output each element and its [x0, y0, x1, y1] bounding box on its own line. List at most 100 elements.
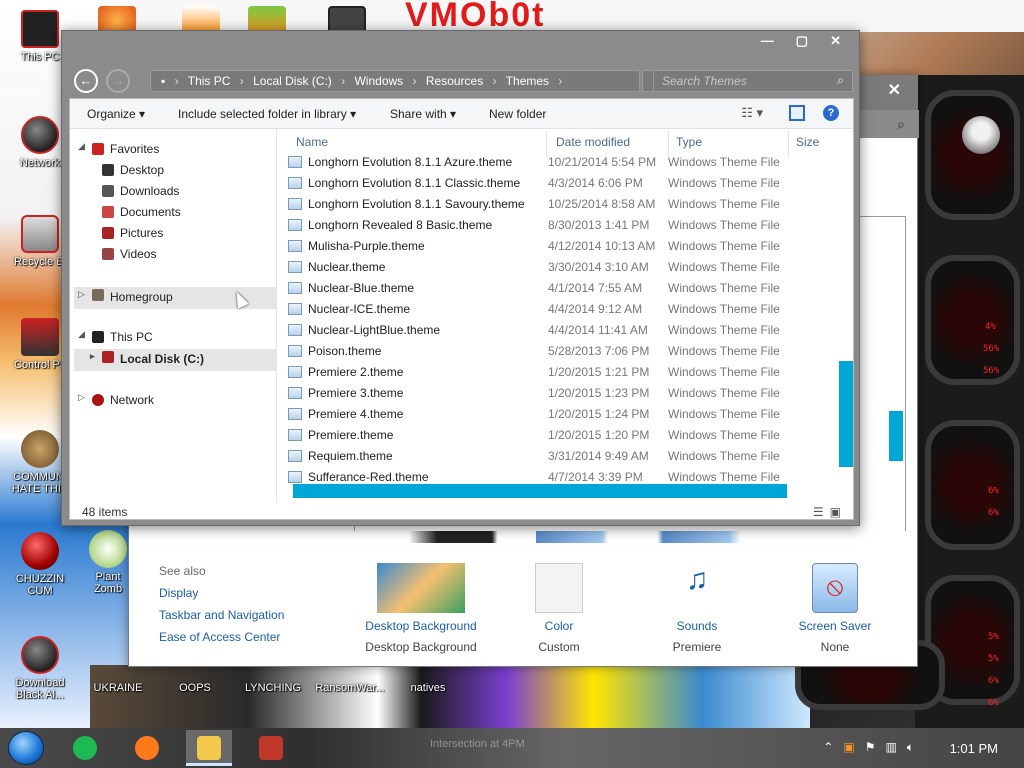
file-row[interactable]: Poison.theme 5/28/2013 7:06 PM Windows The… [278, 341, 838, 362]
theme-file-icon [288, 261, 302, 273]
file-row[interactable]: Premiere 3.theme 1/20/2015 1:23 PM Windows… [278, 383, 838, 404]
file-name: Nuclear-LightBlue.theme [308, 323, 441, 337]
help-icon[interactable]: ? [823, 105, 839, 121]
file-explorer-window[interactable]: — ▢ ✕ ← → ▪ › This PC › Local Disk (C:) … [61, 30, 860, 526]
organize-button[interactable]: Organize ▾ [87, 107, 145, 121]
nav-this-pc[interactable]: ◢ This PC [78, 329, 268, 349]
file-row[interactable]: Nuclear-ICE.theme 4/4/2014 9:12 AM Windows… [278, 299, 838, 320]
file-date: 4/3/2014 6:06 PM [548, 176, 643, 190]
file-row[interactable]: Mulisha-Purple.theme 4/12/2014 10:13 AM Wi… [278, 236, 838, 257]
file-type: Windows Theme File [668, 365, 780, 379]
sounds-link[interactable]: Sounds [627, 619, 767, 633]
display-link[interactable]: Display [159, 586, 284, 600]
desktop-icon [102, 164, 114, 176]
nav-network[interactable]: ▷ Network [78, 392, 268, 412]
expand-arrow-icon[interactable]: ◢ [78, 141, 88, 152]
file-row[interactable]: Requiem.theme 3/31/2014 9:49 AM Windows Th… [278, 446, 838, 467]
file-row[interactable]: Longhorn Evolution 8.1.1 Classic.theme 4/… [278, 173, 838, 194]
expand-arrow-icon[interactable]: ▸ [90, 351, 100, 362]
flag-icon[interactable]: ⚑ [865, 740, 876, 755]
file-row[interactable]: Nuclear.theme 3/30/2014 3:10 AM Windows Th… [278, 257, 838, 278]
close-icon[interactable]: ✕ [830, 33, 841, 49]
desktop-icon-natives[interactable]: natives [390, 682, 466, 694]
breadcrumb-resources[interactable]: Resources [426, 74, 483, 88]
expand-arrow-icon[interactable]: ◢ [78, 329, 88, 340]
screen-saver-item[interactable]: ⦸ Screen Saver None [765, 563, 905, 654]
nav-documents[interactable]: Documents [78, 204, 268, 224]
taskbar-app-spotify[interactable] [62, 730, 108, 766]
file-row[interactable]: Nuclear-LightBlue.theme 4/4/2014 11:41 AM… [278, 320, 838, 341]
theme-file-icon [288, 303, 302, 315]
desktop-background-link[interactable]: Desktop Background [351, 619, 491, 633]
clock[interactable]: 1:01 PM [950, 741, 998, 756]
plants-zombies-icon [89, 530, 127, 568]
taskbar-navigation-link[interactable]: Taskbar and Navigation [159, 608, 284, 622]
nav-pictures[interactable]: Pictures [78, 225, 268, 245]
color-item[interactable]: Color Custom [489, 563, 629, 654]
theme-file-icon [288, 156, 302, 168]
ease-of-access-link[interactable]: Ease of Access Center [159, 630, 284, 644]
nav-videos[interactable]: Videos [78, 246, 268, 266]
breadcrumb-local-disk[interactable]: Local Disk (C:) [253, 74, 332, 88]
chevron-up-icon[interactable]: ⌃ [823, 740, 833, 755]
maximize-icon[interactable]: ▢ [796, 33, 808, 49]
address-bar[interactable]: ▪ › This PC › Local Disk (C:) › Windows … [150, 70, 640, 92]
file-row[interactable]: Premiere.theme 1/20/2015 1:20 PM Windows T… [278, 425, 838, 446]
search-icon[interactable]: ⌕ [837, 73, 844, 88]
breadcrumb-this-pc[interactable]: This PC [188, 74, 231, 88]
share-with-button[interactable]: Share with ▾ [390, 107, 456, 121]
theme-thumbnails[interactable] [354, 531, 906, 543]
breadcrumb-themes[interactable]: Themes [506, 74, 549, 88]
desktop-icon-ransomware[interactable]: RansomWar... [312, 682, 388, 694]
expand-arrow-icon[interactable]: ▷ [78, 392, 88, 403]
file-row[interactable]: Longhorn Revealed 8 Basic.theme 8/30/2013… [278, 215, 838, 236]
vertical-scrollbar[interactable] [839, 361, 853, 467]
desktop-icon-lynching[interactable]: LYNCHING [235, 682, 311, 694]
nav-desktop[interactable]: Desktop [78, 162, 268, 182]
search-input[interactable]: Search Themes ⌕ [653, 70, 853, 92]
file-row[interactable]: Premiere 4.theme 1/20/2015 1:24 PM Windows… [278, 404, 838, 425]
include-in-library-button[interactable]: Include selected folder in library ▾ [178, 107, 356, 121]
minimize-icon[interactable]: — [761, 33, 774, 49]
back-button[interactable]: ← [74, 69, 98, 93]
search-icon[interactable]: ⌕ [897, 116, 905, 133]
nav-downloads[interactable]: Downloads [78, 183, 268, 203]
breadcrumb-windows[interactable]: Windows [354, 74, 403, 88]
preview-pane-icon[interactable] [789, 105, 805, 121]
desktop-icon-oops[interactable]: OOPS [157, 682, 233, 694]
desktop-icon-download-black[interactable]: Download Black Al... [2, 636, 78, 701]
see-also-header: See also [159, 564, 206, 578]
theme-file-icon [288, 471, 302, 483]
column-header-size[interactable]: Size [796, 135, 819, 149]
file-row[interactable]: Longhorn Evolution 8.1.1 Savoury.theme 10… [278, 194, 838, 215]
sounds-item[interactable]: ♫ Sounds Premiere [627, 563, 767, 654]
new-folder-button[interactable]: New folder [489, 107, 546, 121]
taskbar-app-file-explorer[interactable] [186, 730, 232, 766]
view-toggle-icons[interactable]: ☰▣ [813, 505, 847, 519]
horizontal-scrollbar[interactable] [293, 484, 787, 498]
close-icon[interactable]: ✕ [888, 80, 901, 100]
screen-saver-link[interactable]: Screen Saver [765, 619, 905, 633]
taskbar-app-firefox[interactable] [124, 730, 170, 766]
taskbar-app-game[interactable] [248, 730, 294, 766]
nav-local-disk[interactable]: ▸ Local Disk (C:) [74, 349, 276, 371]
file-row[interactable]: Longhorn Evolution 8.1.1 Azure.theme 10/2… [278, 152, 838, 173]
desktop-background-item[interactable]: Desktop Background Desktop Background [351, 563, 491, 654]
start-button[interactable] [8, 731, 44, 765]
scrollbar[interactable] [889, 411, 903, 461]
desktop-icon-ukraine[interactable]: UKRAINE [80, 682, 156, 694]
expand-arrow-icon[interactable]: ▷ [78, 289, 88, 300]
color-link[interactable]: Color [489, 619, 629, 633]
volume-icon[interactable]: 🔈︎ [907, 740, 914, 755]
view-options-icon[interactable]: ☷ ▾ [741, 105, 763, 121]
nav-favorites[interactable]: ◢ Favorites [78, 141, 268, 161]
file-row[interactable]: Nuclear-Blue.theme 4/1/2014 7:55 AM Window… [278, 278, 838, 299]
forward-button[interactable]: → [106, 69, 130, 93]
column-header-name[interactable]: Name [296, 135, 328, 149]
network-tray-icon[interactable]: ▥ [885, 740, 896, 755]
file-row[interactable]: Premiere 2.theme 1/20/2015 1:21 PM Windows… [278, 362, 838, 383]
tray-app-icon[interactable]: ▣ [843, 740, 854, 755]
desktop-icon-chuzzin[interactable]: CHUZZIN CUM [2, 532, 78, 597]
column-header-date[interactable]: Date modified [556, 135, 630, 149]
column-header-type[interactable]: Type [676, 135, 702, 149]
